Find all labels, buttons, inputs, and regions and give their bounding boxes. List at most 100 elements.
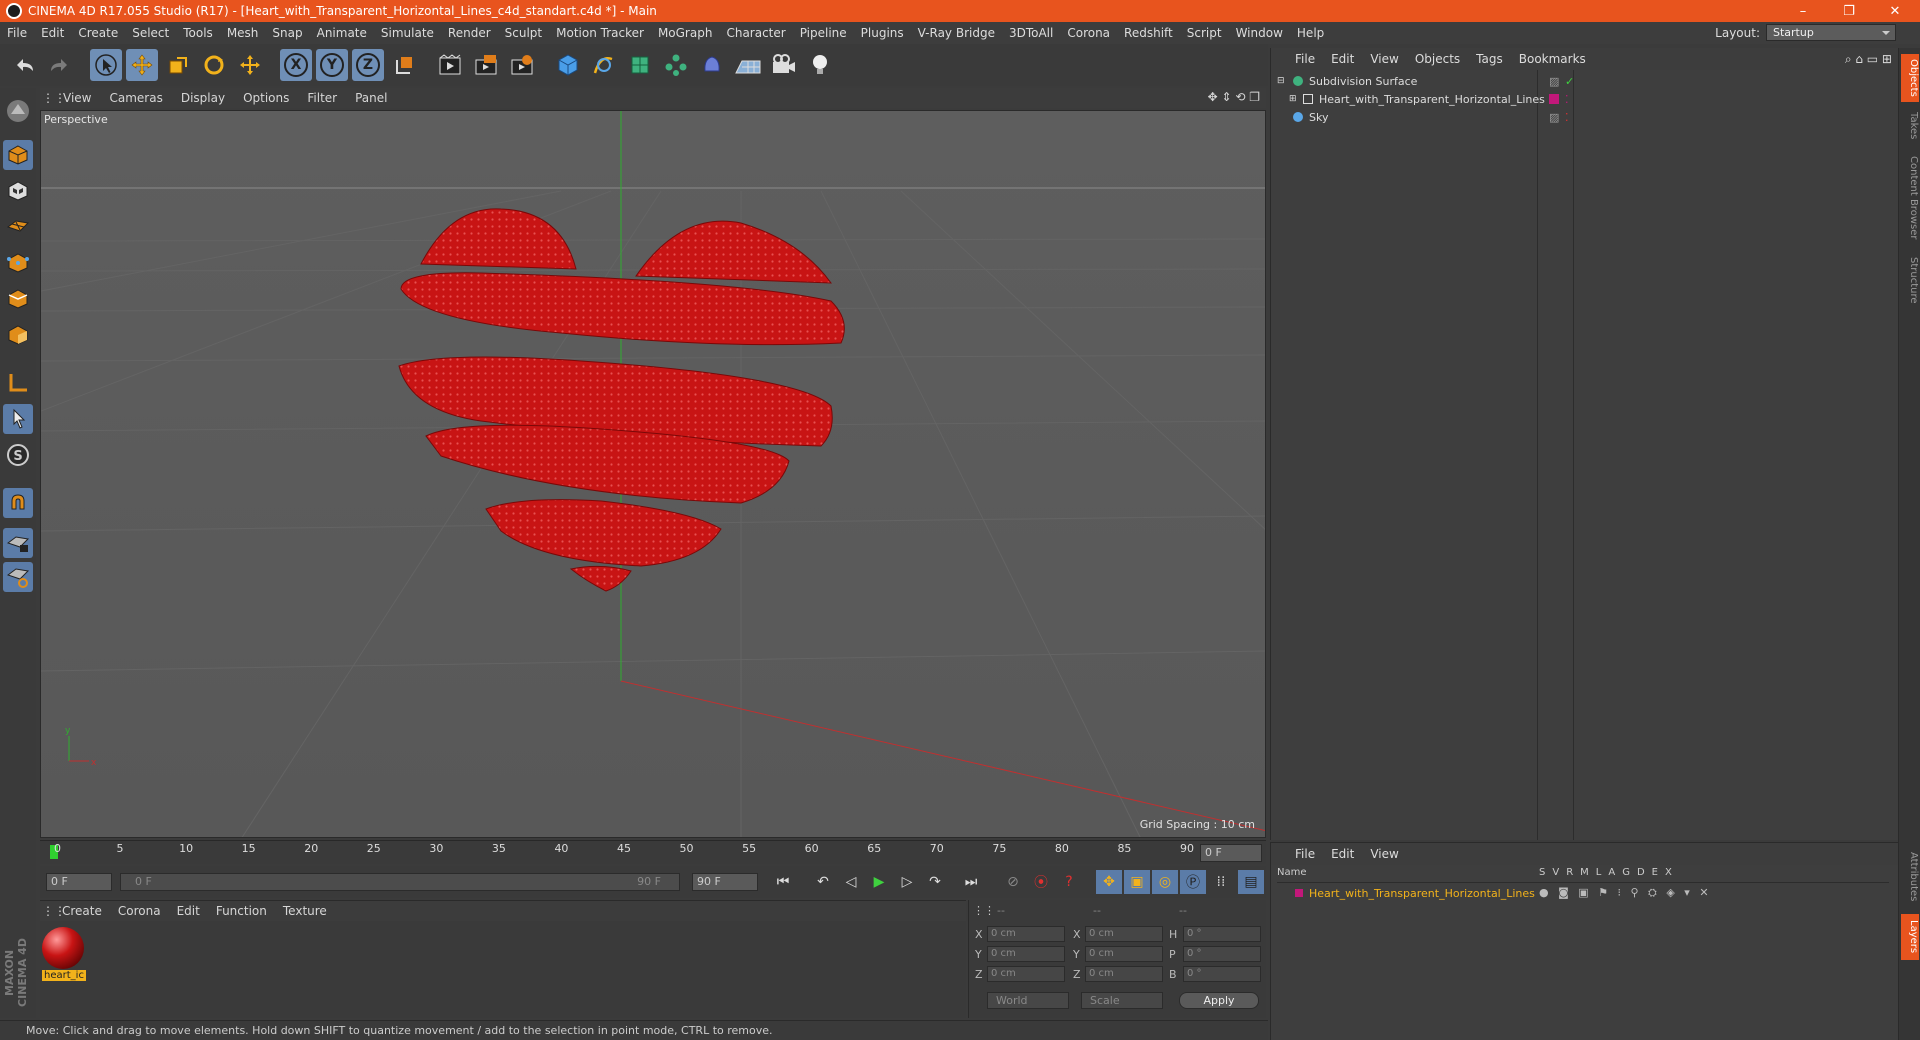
minimize-button[interactable]: – <box>1780 0 1826 22</box>
tab-objects[interactable]: Objects <box>1901 54 1919 102</box>
redo-icon[interactable] <box>44 49 76 81</box>
next-key-icon[interactable]: ↷ <box>922 870 948 894</box>
make-editable-icon[interactable] <box>3 96 33 126</box>
maximize-button[interactable]: ❐ <box>1826 0 1872 22</box>
end-frame-field[interactable]: 90 F <box>692 873 758 891</box>
expand-icon[interactable]: ⊞ <box>1289 94 1299 104</box>
close-button[interactable]: ✕ <box>1872 0 1918 22</box>
axis-mode-icon[interactable] <box>3 368 33 398</box>
menu-simulate[interactable]: Simulate <box>374 26 441 40</box>
viewport-menu-filter[interactable]: Filter <box>298 91 346 105</box>
menu-redshift[interactable]: Redshift <box>1117 26 1180 40</box>
object-menu-objects[interactable]: Objects <box>1407 52 1468 66</box>
layer-toggle-icons[interactable]: ● ◙ ▣ ⚑ ⁝ ⚲ ⛭ ◈ ▾ ✕ <box>1539 886 1712 900</box>
render-view-icon[interactable] <box>434 49 466 81</box>
viewport-navigation-icons[interactable]: ✥ ⇕ ⟲ ❐ <box>1208 90 1260 104</box>
planar-workplane-icon[interactable] <box>3 562 33 592</box>
previous-key-icon[interactable]: ↶ <box>810 870 836 894</box>
layer-column-header[interactable]: D <box>1637 867 1645 878</box>
workplane-icon[interactable] <box>3 210 33 240</box>
deformer-icon[interactable] <box>696 49 728 81</box>
viewport-menu-cameras[interactable]: Cameras <box>100 91 171 105</box>
3d-viewport[interactable]: y x Perspective Grid Spacing : 10 cm <box>40 110 1266 838</box>
y-axis-lock-button[interactable]: Y <box>316 49 348 81</box>
z-axis-lock-button[interactable]: Z <box>352 49 384 81</box>
layer-column-header[interactable]: S <box>1539 867 1545 878</box>
menu-create[interactable]: Create <box>71 26 125 40</box>
edges-mode-icon[interactable] <box>3 284 33 314</box>
transform-tool-icon[interactable] <box>234 49 266 81</box>
material-menu-edit[interactable]: Edit <box>169 904 208 918</box>
viewport-menu-view[interactable]: View <box>54 91 100 105</box>
tweak-mode-icon[interactable] <box>3 404 33 434</box>
enabled-check-icon[interactable]: ✓ <box>1565 75 1574 88</box>
light-bulb-icon[interactable] <box>804 49 836 81</box>
rotate-tool-icon[interactable] <box>198 49 230 81</box>
object-row-subdivision-surface[interactable]: ⊟ Subdivision Surface ▨ ✓ <box>1277 72 1889 90</box>
layer-column-header[interactable]: L <box>1596 867 1602 878</box>
mograph-cloner-icon[interactable] <box>660 49 692 81</box>
record-off-icon[interactable]: ⊘ <box>1000 870 1026 894</box>
tab-content-browser[interactable]: Content Browser <box>1901 148 1919 248</box>
goto-end-icon[interactable]: ⏭ <box>958 870 984 894</box>
key-scale-icon[interactable]: ▣ <box>1124 870 1150 894</box>
size-x-field[interactable]: 0 cm <box>1085 926 1163 942</box>
x-axis-lock-button[interactable]: X <box>280 49 312 81</box>
object-menu-file[interactable]: File <box>1287 52 1323 66</box>
menu-motion-tracker[interactable]: Motion Tracker <box>549 26 651 40</box>
play-icon[interactable]: ▶ <box>866 870 892 894</box>
locked-workplane-icon[interactable] <box>3 528 33 558</box>
goto-start-icon[interactable]: ⏮ <box>770 870 796 894</box>
layer-menu-edit[interactable]: Edit <box>1323 847 1362 861</box>
object-menu-bookmarks[interactable]: Bookmarks <box>1511 52 1594 66</box>
rot-b-field[interactable]: 0 ° <box>1183 966 1261 982</box>
key-pla-icon[interactable]: ⁞⁞ <box>1208 870 1234 894</box>
select-arrow-icon[interactable] <box>90 49 122 81</box>
move-tool-icon[interactable] <box>126 49 158 81</box>
material-swatch[interactable]: heart_ic <box>42 927 86 985</box>
layer-menu-view[interactable]: View <box>1362 847 1406 861</box>
timeline-ruler[interactable]: 0 5 10 15 20 25 30 35 40 45 50 55 60 65 70 75 80 85 90 0 F <box>40 840 1266 864</box>
material-menu-create[interactable]: Create <box>54 904 110 918</box>
menu-mograph[interactable]: MoGraph <box>651 26 720 40</box>
size-z-field[interactable]: 0 cm <box>1085 966 1163 982</box>
size-y-field[interactable]: 0 cm <box>1085 946 1163 962</box>
tab-layers[interactable]: Layers <box>1901 914 1919 960</box>
layer-column-header[interactable]: M <box>1580 867 1589 878</box>
layout-dropdown[interactable]: Startup <box>1766 24 1896 41</box>
key-parameter-icon[interactable]: Ⓟ <box>1180 870 1206 894</box>
collapse-icon[interactable]: ⊟ <box>1277 76 1287 86</box>
scale-tool-icon[interactable] <box>162 49 194 81</box>
visibility-dots-icon[interactable]: ▨ <box>1549 111 1559 124</box>
polygons-mode-icon[interactable] <box>3 320 33 350</box>
material-menu-texture[interactable]: Texture <box>275 904 335 918</box>
layer-color-swatch[interactable] <box>1549 94 1559 104</box>
key-position-icon[interactable]: ✥ <box>1096 870 1122 894</box>
render-dots-icon[interactable]: ⁚ <box>1565 111 1569 124</box>
layer-column-header[interactable]: G <box>1622 867 1630 878</box>
menu-edit[interactable]: Edit <box>34 26 71 40</box>
menu-character[interactable]: Character <box>719 26 792 40</box>
tab-structure[interactable]: Structure <box>1901 248 1919 312</box>
menu-mesh[interactable]: Mesh <box>220 26 266 40</box>
rot-h-field[interactable]: 0 ° <box>1183 926 1261 942</box>
menu-plugins[interactable]: Plugins <box>854 26 911 40</box>
layer-column-header[interactable]: V <box>1552 867 1559 878</box>
camera-icon[interactable] <box>768 49 800 81</box>
layer-column-header[interactable]: A <box>1608 867 1615 878</box>
magnet-icon[interactable] <box>3 488 33 518</box>
menu-snap[interactable]: Snap <box>265 26 309 40</box>
layer-menu-file[interactable]: File <box>1287 847 1323 861</box>
viewport-menu-options[interactable]: Options <box>234 91 298 105</box>
menu-render[interactable]: Render <box>441 26 498 40</box>
step-back-icon[interactable]: ◁ <box>838 870 864 894</box>
visibility-dots-icon[interactable]: ⁚ <box>1565 93 1569 106</box>
record-icon[interactable]: ⦿ <box>1028 870 1054 894</box>
tab-attributes[interactable]: Attributes <box>1901 844 1919 910</box>
object-menu-tags[interactable]: Tags <box>1468 52 1511 66</box>
menu-script[interactable]: Script <box>1180 26 1229 40</box>
object-row-sky[interactable]: Sky ▨ ⁚ <box>1277 108 1889 126</box>
menu-sculpt[interactable]: Sculpt <box>498 26 549 40</box>
menu-window[interactable]: Window <box>1229 26 1290 40</box>
pos-x-field[interactable]: 0 cm <box>987 926 1065 942</box>
